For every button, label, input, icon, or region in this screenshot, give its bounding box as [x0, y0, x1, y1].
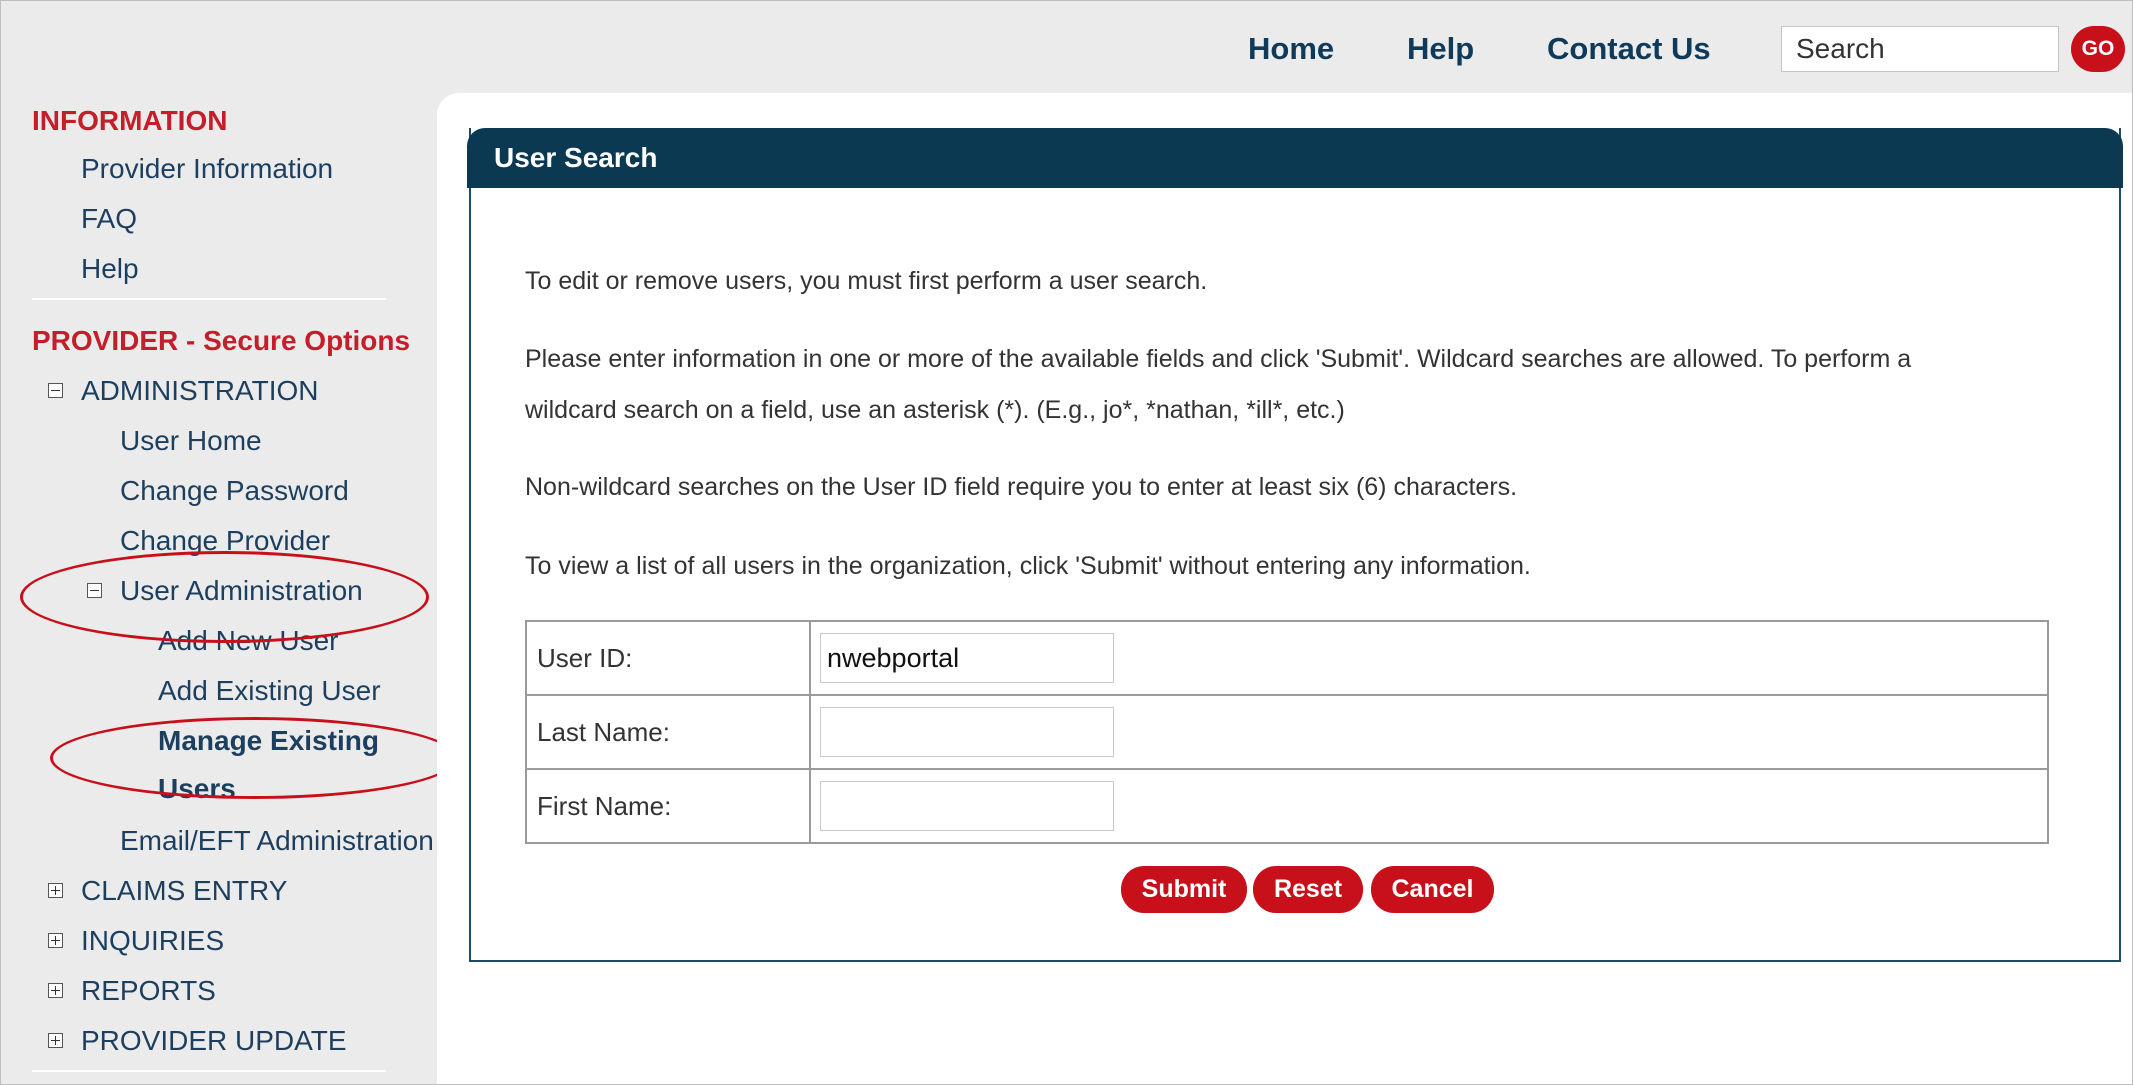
panel-title: User Search — [494, 142, 658, 173]
user-search-form: User ID: Last Name: First Name: — [525, 620, 2049, 844]
sidebar-item-email-eft-administration[interactable]: Email/EFT Administration — [120, 825, 434, 857]
last-name-label: Last Name: — [525, 694, 811, 770]
minus-box-icon[interactable] — [48, 383, 63, 398]
form-row-user-id: User ID: — [525, 620, 2049, 696]
sidebar-item-add-existing-user[interactable]: Add Existing User — [158, 675, 381, 707]
nav-contact-us-link[interactable]: Contact Us — [1547, 31, 1711, 67]
sidebar-item-claims-entry[interactable]: CLAIMS ENTRY — [81, 875, 287, 907]
sidebar-item-manage-existing-users-line2[interactable]: Users — [158, 773, 236, 805]
sidebar-item-provider-information[interactable]: Provider Information — [81, 153, 333, 185]
minus-box-icon[interactable] — [87, 583, 102, 598]
user-id-label: User ID: — [525, 620, 811, 696]
sidebar-item-reports[interactable]: REPORTS — [81, 975, 216, 1007]
instruction-text-1: To edit or remove users, you must first … — [525, 267, 1208, 295]
last-name-input[interactable] — [820, 707, 1114, 757]
nav-help-link[interactable]: Help — [1407, 31, 1474, 67]
user-id-input[interactable] — [820, 633, 1114, 683]
site-search-input[interactable] — [1781, 26, 2059, 72]
form-row-first-name: First Name: — [525, 768, 2049, 844]
sidebar-heading-provider-secure-options: PROVIDER - Secure Options — [32, 325, 411, 356]
first-name-input[interactable] — [820, 781, 1114, 831]
sidebar-divider — [32, 1070, 386, 1072]
sidebar-item-faq[interactable]: FAQ — [81, 203, 137, 235]
sidebar-item-change-password[interactable]: Change Password — [120, 475, 349, 507]
cancel-button[interactable]: Cancel — [1371, 866, 1494, 913]
sidebar-item-change-provider[interactable]: Change Provider — [120, 525, 330, 557]
first-name-cell — [809, 768, 2049, 844]
sidebar-item-add-new-user[interactable]: Add New User — [158, 625, 339, 657]
last-name-cell — [809, 694, 2049, 770]
search-go-button[interactable]: GO — [2071, 26, 2125, 72]
reset-button[interactable]: Reset — [1253, 866, 1363, 913]
panel-header: User Search — [467, 128, 2123, 188]
plus-box-icon[interactable] — [48, 983, 63, 998]
sidebar-item-user-home[interactable]: User Home — [120, 425, 262, 457]
instruction-text-5: To view a list of all users in the organ… — [525, 552, 1531, 580]
sidebar-item-provider-update[interactable]: PROVIDER UPDATE — [81, 1025, 347, 1057]
sidebar-item-manage-existing-users[interactable]: Manage Existing — [158, 725, 379, 757]
plus-box-icon[interactable] — [48, 883, 63, 898]
plus-box-icon[interactable] — [48, 1033, 63, 1048]
submit-button[interactable]: Submit — [1121, 866, 1247, 913]
sidebar-divider — [32, 298, 386, 300]
top-navigation: Home Help Contact Us GO — [1, 1, 2132, 93]
sidebar-item-inquiries[interactable]: INQUIRIES — [81, 925, 224, 957]
instruction-text-2: Please enter information in one or more … — [525, 345, 1912, 373]
user-id-cell — [809, 620, 2049, 696]
plus-box-icon[interactable] — [48, 933, 63, 948]
sidebar-item-administration[interactable]: ADMINISTRATION — [81, 375, 318, 407]
sidebar-item-help[interactable]: Help — [81, 253, 139, 285]
nav-home-link[interactable]: Home — [1248, 31, 1334, 67]
form-row-last-name: Last Name: — [525, 694, 2049, 770]
instruction-text-3: wildcard search on a field, use an aster… — [525, 396, 1345, 424]
instruction-text-4: Non-wildcard searches on the User ID fie… — [525, 473, 1518, 501]
sidebar: INFORMATION Provider Information FAQ Hel… — [1, 93, 458, 1084]
sidebar-item-user-administration[interactable]: User Administration — [120, 575, 363, 607]
sidebar-heading-information: INFORMATION — [32, 105, 228, 136]
app-frame: Home Help Contact Us GO INFORMATION Prov… — [0, 0, 2133, 1085]
first-name-label: First Name: — [525, 768, 811, 844]
